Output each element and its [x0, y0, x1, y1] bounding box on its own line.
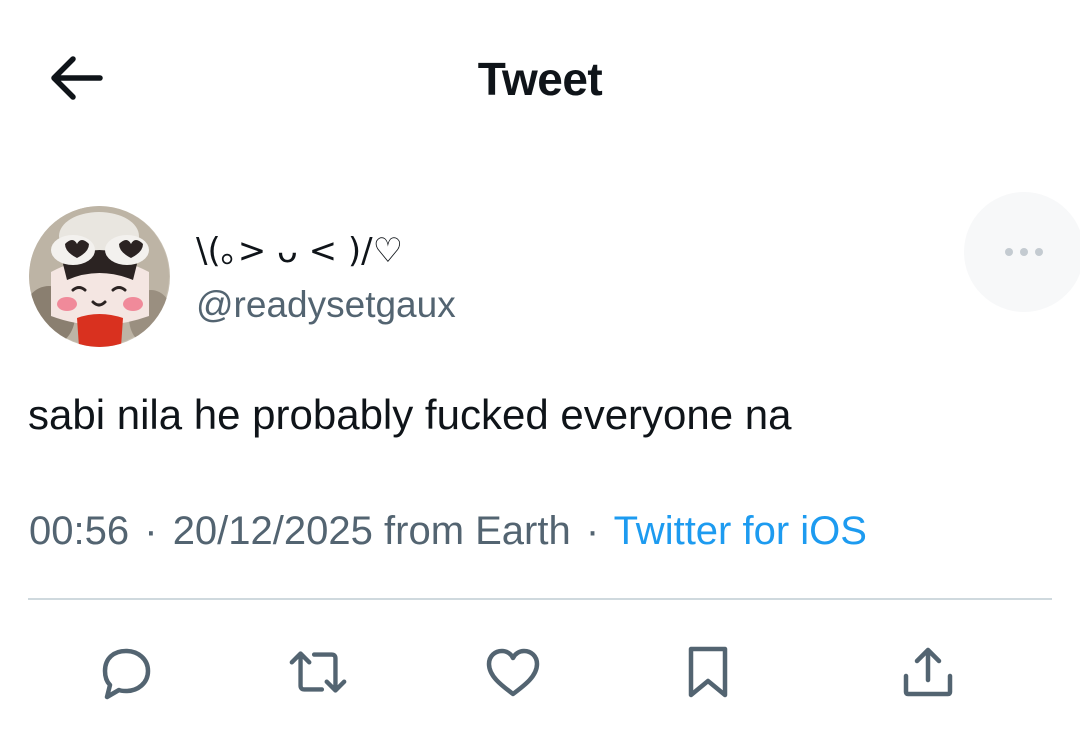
- more-icon: [1005, 248, 1043, 256]
- like-button[interactable]: [481, 640, 545, 704]
- meta-separator: ·: [585, 509, 600, 553]
- back-button[interactable]: [44, 50, 106, 106]
- avatar[interactable]: [29, 206, 170, 347]
- bookmark-button[interactable]: [676, 640, 740, 704]
- bookmark-icon: [688, 646, 728, 698]
- retweet-icon: [289, 651, 347, 693]
- meta-separator: ·: [144, 509, 158, 553]
- retweet-button[interactable]: [286, 640, 350, 704]
- avatar-image: [29, 206, 170, 347]
- tweet-location: from Earth: [384, 509, 571, 553]
- arrow-left-icon: [51, 56, 103, 100]
- display-name[interactable]: \(｡> ᴗ < )/♡: [196, 229, 403, 273]
- share-icon: [903, 647, 953, 697]
- page-title: Tweet: [477, 53, 603, 105]
- tweet-source-link[interactable]: Twitter for iOS: [614, 509, 867, 553]
- tweet-time: 00:56: [29, 509, 130, 553]
- top-bar: Tweet: [0, 0, 1080, 160]
- share-button[interactable]: [896, 640, 960, 704]
- like-icon: [486, 648, 540, 697]
- more-options-button[interactable]: [964, 192, 1080, 312]
- tweet-date: 20/12/2025: [172, 509, 373, 553]
- reply-button[interactable]: [94, 640, 158, 704]
- reply-icon: [102, 648, 151, 700]
- tweet-meta: 00:56 · 20/12/2025 from Earth · Twitter …: [29, 506, 867, 556]
- user-handle[interactable]: @readysetgaux: [196, 282, 456, 328]
- divider: [28, 598, 1052, 600]
- tweet-text: sabi nila he probably fucked everyone na: [28, 391, 792, 438]
